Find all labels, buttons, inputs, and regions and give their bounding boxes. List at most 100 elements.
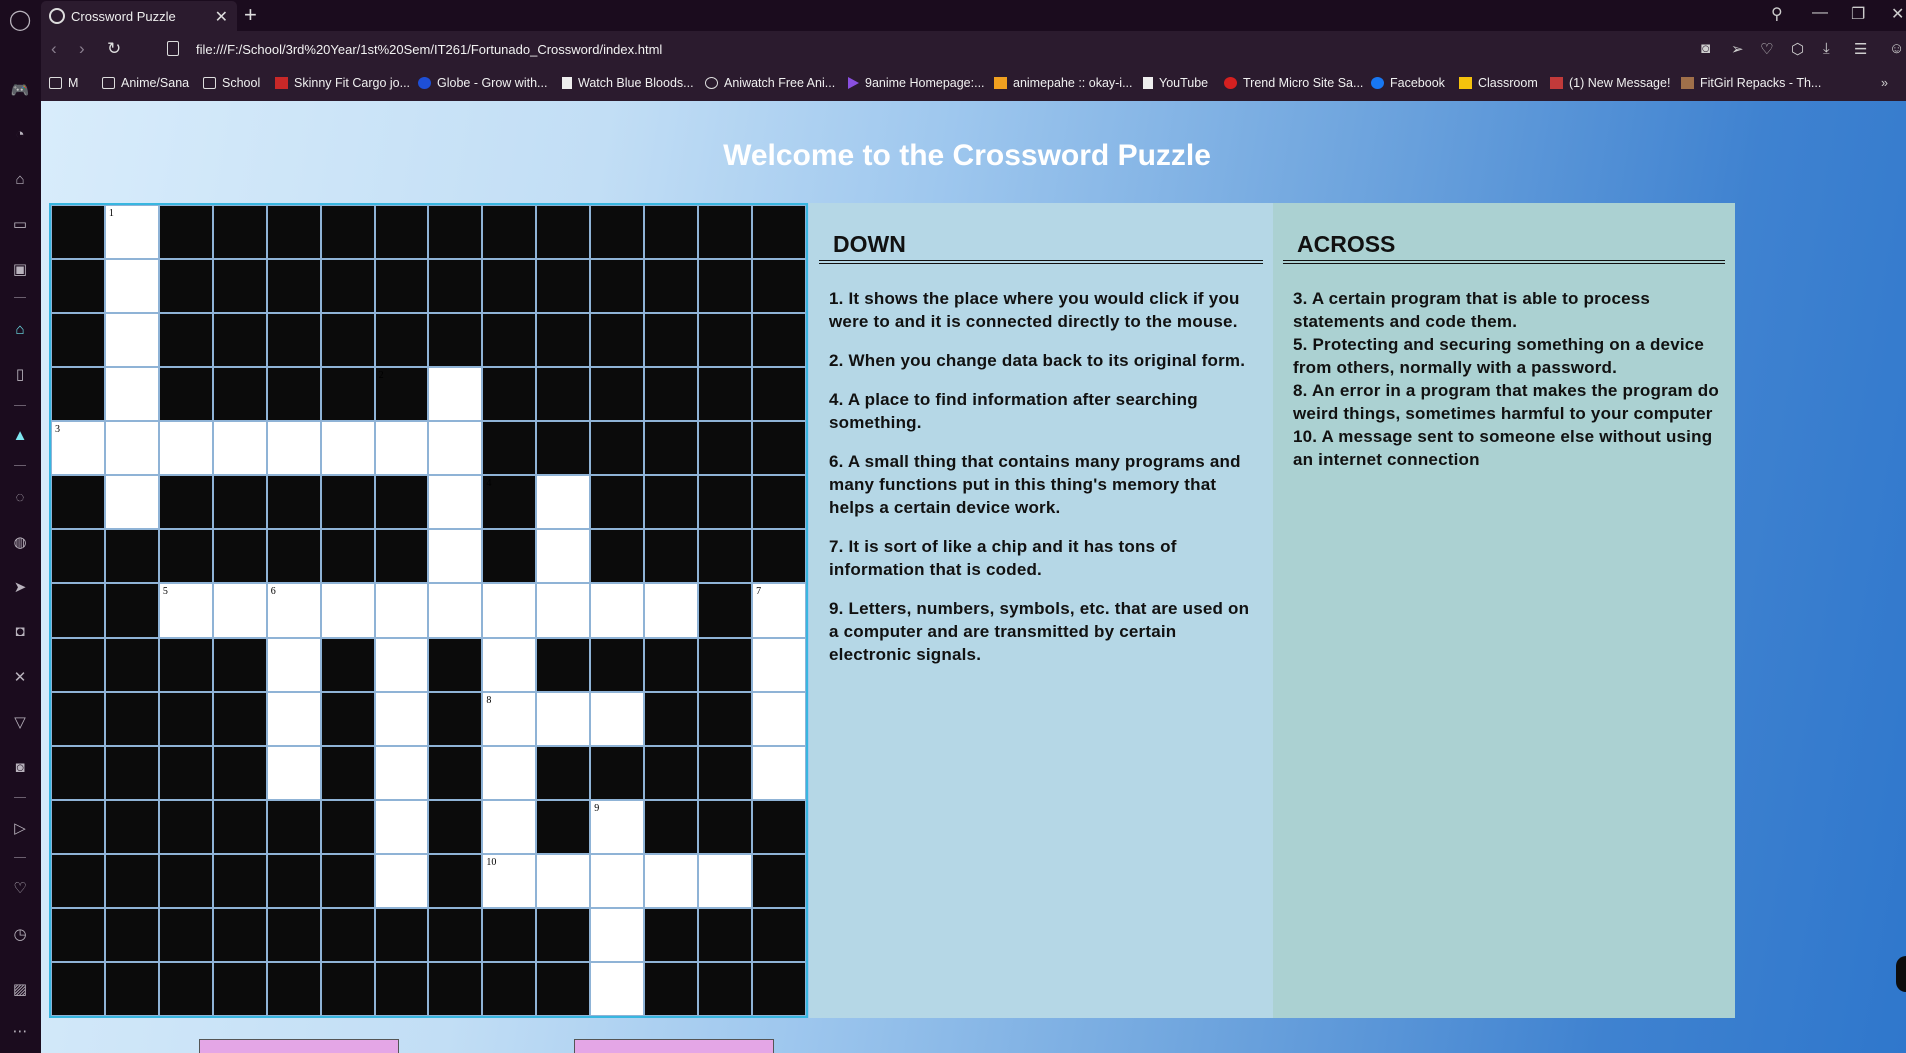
crossword-cell-open[interactable]: [428, 367, 483, 422]
messenger-icon[interactable]: ◌: [9, 486, 31, 508]
bookmark-globe[interactable]: Globe - Grow with...: [418, 76, 547, 90]
x-icon[interactable]: ✕: [9, 666, 31, 688]
bottom-button-left[interactable]: [199, 1039, 399, 1053]
vk-icon[interactable]: ▽: [9, 711, 31, 733]
twitch-icon[interactable]: ▭: [9, 213, 31, 235]
home-icon[interactable]: ⌂: [9, 318, 31, 340]
bookmark-school[interactable]: School: [203, 76, 260, 90]
close-tab-icon[interactable]: ✕: [215, 7, 228, 27]
crossword-cell-open[interactable]: [374, 583, 429, 638]
crossword-cell-open[interactable]: [212, 583, 267, 638]
menu-icon[interactable]: ☰: [1854, 40, 1867, 58]
bottom-button-right[interactable]: [574, 1039, 774, 1053]
crossword-cell-open[interactable]: [752, 637, 806, 692]
crossword-cell-open[interactable]: [482, 583, 537, 638]
opera-logo-icon[interactable]: ◯: [9, 8, 31, 31]
crossword-cell-open[interactable]: [374, 799, 429, 854]
search-tabs-icon[interactable]: ⚲: [1771, 4, 1783, 24]
crossword-cell-open[interactable]: [428, 529, 483, 584]
crossword-cell-open[interactable]: [590, 691, 645, 746]
whatsapp-icon[interactable]: ◍: [9, 531, 31, 553]
crossword-cell-open[interactable]: [374, 745, 429, 800]
book-icon[interactable]: ▯: [9, 363, 31, 385]
back-icon[interactable]: ‹: [51, 39, 57, 59]
send-icon[interactable]: ➢: [1731, 40, 1744, 58]
bookmark-skinny-fit[interactable]: Skinny Fit Cargo jo...: [275, 76, 410, 90]
crossword-cell-open[interactable]: [428, 475, 483, 530]
crossword-cell-open[interactable]: 5: [158, 583, 213, 638]
download-icon[interactable]: ⤓: [1823, 40, 1830, 57]
crossword-cell-open[interactable]: [266, 637, 321, 692]
restore-icon[interactable]: ❐: [1851, 4, 1865, 24]
crossword-cell-open[interactable]: [536, 853, 591, 908]
crossword-cell-open[interactable]: [536, 583, 591, 638]
history-icon[interactable]: ◷: [9, 923, 31, 945]
scroll-handle[interactable]: [1896, 956, 1906, 992]
reload-icon[interactable]: ↻: [107, 39, 121, 59]
bookmark-anime-sana[interactable]: Anime/Sana: [102, 76, 189, 90]
bookmark-blue-bloods[interactable]: Watch Blue Bloods...: [562, 76, 694, 90]
bookmark-trend-micro[interactable]: Trend Micro Site Sa...: [1224, 76, 1363, 90]
robot-icon[interactable]: ⌂: [9, 168, 31, 190]
crossword-cell-open[interactable]: [104, 421, 159, 476]
crossword-cell-open[interactable]: [536, 529, 591, 584]
crossword-cell-open[interactable]: [266, 691, 321, 746]
bookmark-youtube[interactable]: YouTube: [1143, 76, 1208, 90]
crossword-cell-open[interactable]: [590, 853, 645, 908]
new-tab-button[interactable]: +: [244, 2, 257, 28]
crossword-cell-open[interactable]: [590, 961, 645, 1016]
bookmark-animepahe[interactable]: animepahe :: okay-i...: [994, 76, 1133, 90]
crossword-cell-open[interactable]: [266, 745, 321, 800]
speed-dial-icon[interactable]: ◔: [9, 123, 31, 145]
crossword-cell-open[interactable]: [320, 583, 375, 638]
crossword-cell-open[interactable]: [374, 637, 429, 692]
crossword-cell-open[interactable]: [482, 799, 537, 854]
crossword-cell-open[interactable]: 9: [590, 799, 645, 854]
heart-icon[interactable]: ♡: [9, 877, 31, 899]
forward-icon[interactable]: ›: [79, 39, 85, 59]
discord-icon[interactable]: ◙: [9, 756, 31, 778]
crossword-cell-open[interactable]: 8: [482, 691, 537, 746]
more-icon[interactable]: ⋯: [9, 1020, 31, 1042]
crossword-cell-open[interactable]: 1: [104, 205, 159, 260]
bookmark-aniwatch[interactable]: Aniwatch Free Ani...: [705, 76, 835, 90]
crossword-cell-open[interactable]: [104, 367, 159, 422]
crossword-cell-open[interactable]: [374, 421, 429, 476]
crossword-cell-open[interactable]: [698, 853, 753, 908]
crossword-cell-open[interactable]: 3: [51, 421, 105, 476]
aria-icon[interactable]: ▲: [9, 424, 31, 446]
crossword-cell-open[interactable]: [374, 853, 429, 908]
crossword-cell-open[interactable]: [644, 853, 699, 908]
crossword-cell-open[interactable]: [536, 475, 591, 530]
bookmark-9anime[interactable]: 9anime Homepage:...: [848, 76, 985, 90]
crossword-cell-open[interactable]: [752, 691, 806, 746]
crossword-cell-open[interactable]: [590, 907, 645, 962]
crossword-cell-open[interactable]: [104, 259, 159, 314]
crossword-cell-open[interactable]: [428, 583, 483, 638]
bookmark-classroom[interactable]: Classroom: [1459, 76, 1538, 90]
crossword-cell-open[interactable]: [212, 421, 267, 476]
profile-icon[interactable]: ☺: [1889, 40, 1904, 57]
crossword-cell-open[interactable]: 7: [752, 583, 806, 638]
crossword-cell-open[interactable]: [536, 691, 591, 746]
camera-icon[interactable]: ◙: [1701, 40, 1710, 57]
crossword-cell-open[interactable]: [590, 583, 645, 638]
tab-crossword[interactable]: Crossword Puzzle ✕: [41, 1, 237, 31]
gamepad-icon[interactable]: 🎮: [9, 79, 31, 101]
minimize-icon[interactable]: —: [1812, 4, 1828, 22]
gallery-icon[interactable]: ▨: [9, 978, 31, 1000]
crossword-cell-open[interactable]: [428, 421, 483, 476]
extensions-icon[interactable]: ▣: [9, 258, 31, 280]
crossword-cell-open[interactable]: [374, 691, 429, 746]
telegram-icon[interactable]: ➤: [9, 576, 31, 598]
player-icon[interactable]: ▷: [9, 817, 31, 839]
crossword-cell-open[interactable]: [320, 421, 375, 476]
bookmark-new-message[interactable]: (1) New Message!: [1550, 76, 1670, 90]
instagram-icon[interactable]: ◘: [9, 620, 31, 642]
bookmark-facebook[interactable]: Facebook: [1371, 76, 1445, 90]
bookmark-m[interactable]: M: [49, 76, 78, 90]
more-bookmarks-icon[interactable]: »: [1881, 76, 1888, 90]
crossword-cell-open[interactable]: [752, 745, 806, 800]
crossword-cell-open[interactable]: [266, 421, 321, 476]
heart-outline-icon[interactable]: ♡: [1760, 40, 1773, 58]
